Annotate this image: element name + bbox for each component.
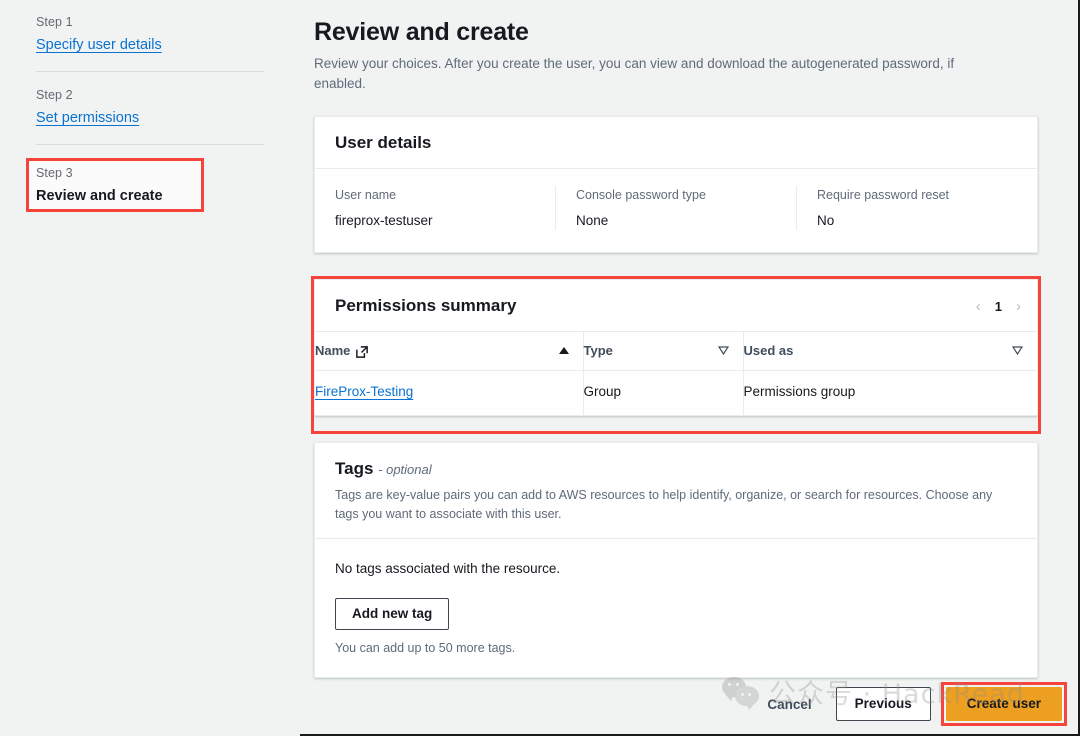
- sort-ascending-icon[interactable]: [558, 347, 569, 354]
- add-new-tag-button[interactable]: Add new tag: [335, 598, 450, 630]
- cancel-button[interactable]: Cancel: [753, 689, 825, 720]
- step-3-number: Step 3: [36, 166, 73, 180]
- create-user-wrapper: Create user: [940, 682, 1067, 726]
- user-details-header: User details: [315, 117, 1037, 169]
- column-header-name-label: Name: [315, 343, 351, 358]
- column-header-type-label: Type: [583, 343, 613, 358]
- column-header-type[interactable]: Type: [582, 332, 743, 371]
- user-details-card: User details User name fireprox-testuser…: [314, 116, 1038, 253]
- external-link-icon: [356, 345, 369, 358]
- cell-used-as: Permissions group: [742, 370, 1037, 415]
- sidebar-divider-1: [36, 71, 264, 72]
- field-console-password-type-label: Console password type: [576, 188, 706, 202]
- tags-limit-hint: You can add up to 50 more tags.: [335, 641, 516, 655]
- tags-optional-label: - optional: [378, 462, 432, 477]
- step-2-number: Step 2: [36, 88, 73, 102]
- user-details-title: User details: [335, 133, 432, 152]
- field-console-password-type: Console password type None: [555, 186, 796, 230]
- tags-description: Tags are key-value pairs you can add to …: [335, 488, 993, 521]
- tags-empty-text: No tags associated with the resource.: [335, 561, 561, 576]
- create-user-button[interactable]: Create user: [945, 687, 1062, 721]
- user-details-body: User name fireprox-testuser Console pass…: [315, 169, 1037, 252]
- wizard-footer: Cancel Previous Create user: [0, 674, 1078, 734]
- step-1-number: Step 1: [36, 15, 73, 29]
- pagination-page-number[interactable]: 1: [995, 299, 1002, 314]
- sidebar-divider-2: [36, 144, 264, 145]
- step-3-label: Review and create: [36, 188, 163, 204]
- pagination: ‹ 1 ›: [976, 299, 1021, 314]
- field-console-password-type-value: None: [576, 213, 609, 228]
- column-header-used-as-label: Used as: [743, 343, 794, 358]
- page-title: Review and create: [314, 18, 529, 46]
- table-header-row: Name Type Used as: [315, 332, 1037, 371]
- permission-link-fireprox-testing[interactable]: FireProx-Testing: [315, 384, 413, 399]
- tags-body: No tags associated with the resource. Ad…: [315, 539, 1037, 677]
- column-header-name[interactable]: Name: [315, 332, 583, 371]
- pagination-next-icon[interactable]: ›: [1016, 299, 1021, 314]
- wizard-sidebar: Step 1 Specify user details Step 2 Set p…: [0, 0, 300, 736]
- sort-icon-type[interactable]: [717, 343, 729, 358]
- field-require-password-reset-label: Require password reset: [817, 188, 950, 202]
- field-user-name-label: User name: [335, 188, 397, 202]
- field-require-password-reset: Require password reset No: [796, 186, 1037, 230]
- cell-type: Group: [582, 370, 743, 415]
- field-require-password-reset-value: No: [817, 213, 835, 228]
- main-content: Review and create Review your choices. A…: [300, 0, 1080, 736]
- sort-icon-used-as[interactable]: [1011, 343, 1024, 358]
- cell-name: FireProx-Testing: [315, 371, 583, 416]
- permissions-summary-header: Permissions summary ‹ 1 ›: [315, 280, 1037, 332]
- permissions-table: Name Type Used as FireProx-Testing Group…: [315, 332, 1037, 415]
- tags-header: Tags - optional Tags are key-value pairs…: [315, 443, 1037, 539]
- sidebar-item-specify-user-details[interactable]: Specify user details: [36, 36, 162, 55]
- tags-title-text: Tags: [335, 459, 374, 478]
- field-user-name: User name fireprox-testuser: [315, 186, 555, 230]
- field-user-name-value: fireprox-testuser: [335, 213, 433, 228]
- previous-button[interactable]: Previous: [835, 687, 931, 721]
- sidebar-step-2: Step 2 Set permissions: [0, 87, 300, 128]
- pagination-prev-icon[interactable]: ‹: [976, 299, 981, 314]
- column-header-used-as[interactable]: Used as: [742, 332, 1037, 371]
- table-row: FireProx-Testing Group Permissions group: [315, 370, 1037, 416]
- sidebar-item-review-and-create[interactable]: Step 3 Review and create: [26, 158, 204, 212]
- tags-card: Tags - optional Tags are key-value pairs…: [314, 442, 1038, 678]
- permissions-summary-wrapper: Permissions summary ‹ 1 › Name Type Used…: [300, 276, 1080, 434]
- permissions-summary-card: Permissions summary ‹ 1 › Name Type Used…: [314, 279, 1038, 416]
- sidebar-item-set-permissions[interactable]: Set permissions: [36, 109, 139, 128]
- permissions-summary-title: Permissions summary: [335, 296, 517, 315]
- page-description: Review your choices. After you create th…: [314, 56, 955, 91]
- tags-title: Tags - optional: [335, 458, 1019, 481]
- sidebar-step-1: Step 1 Specify user details: [0, 14, 300, 55]
